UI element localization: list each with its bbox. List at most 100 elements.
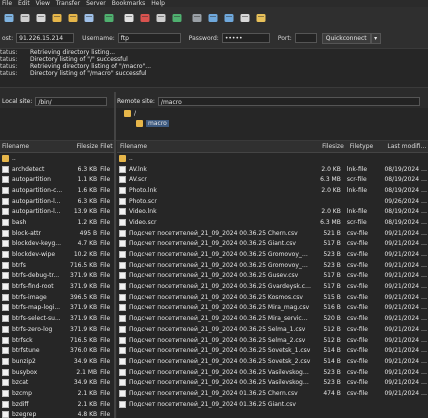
compare-icon[interactable] xyxy=(206,11,220,25)
file-modified: 09/21/2024 02 xyxy=(384,251,428,259)
quickconnect-button[interactable]: Quickconnect xyxy=(321,32,371,44)
header-filetype[interactable]: Filetype xyxy=(344,143,388,150)
table-row[interactable]: Подсчет посетителей_21_09_2024 00.36.25 … xyxy=(117,377,428,388)
table-row[interactable]: autopartition-l... 6.3 KB File xyxy=(0,196,114,207)
host-input[interactable]: 91.226.15.214 xyxy=(16,33,75,43)
port-input[interactable] xyxy=(294,33,317,43)
refresh-icon[interactable] xyxy=(102,11,116,25)
site-manager-icon[interactable] xyxy=(2,11,16,25)
table-row[interactable]: Подсчет посетителей_21_09_2024 00.36.25 … xyxy=(117,292,428,303)
table-row[interactable]: AV.scr 6.3 MB scr-file 08/19/2024 06 xyxy=(117,174,428,185)
table-row[interactable]: btrfs-find-root 371.9 KB File xyxy=(0,281,114,292)
remote-path-input[interactable]: /macro xyxy=(157,96,420,106)
menu-help[interactable]: Help xyxy=(151,0,165,7)
table-row[interactable]: Photo.scr 09/26/2024 04 xyxy=(117,196,428,207)
header-filesize[interactable]: Filesize xyxy=(314,143,344,150)
message-log-icon[interactable] xyxy=(34,11,48,25)
table-row[interactable]: blockdev-keyg... 4.7 KB File xyxy=(0,239,114,250)
table-row[interactable]: btrfs-image 396.5 KB File xyxy=(0,292,114,303)
table-row[interactable]: archdetect 6.3 KB File xyxy=(0,164,114,175)
file-name: autopartition-c... xyxy=(12,186,63,194)
menu-file[interactable]: File xyxy=(2,0,12,7)
pane-splitter[interactable] xyxy=(114,92,116,418)
sync-browse-icon[interactable] xyxy=(222,11,236,25)
table-row[interactable]: btrfsck 716.5 KB File xyxy=(0,335,114,346)
filter-icon[interactable] xyxy=(190,11,204,25)
table-row[interactable]: .. xyxy=(117,153,428,164)
table-row[interactable]: Подсчет посетителей_21_09_2024 00.36.25 … xyxy=(117,335,428,346)
table-row[interactable]: bzdiff 2.1 KB File xyxy=(0,399,114,410)
file-icon xyxy=(2,283,9,291)
reconnect-icon[interactable] xyxy=(170,11,184,25)
cancel-icon[interactable] xyxy=(138,11,152,25)
table-row[interactable]: Подсчет посетителей_21_09_2024 00.36.25 … xyxy=(117,313,428,324)
tree-item-macro[interactable]: macro xyxy=(146,120,169,127)
table-row[interactable]: btrfs-debug-tr... 371.9 KB File xyxy=(0,271,114,282)
folder-up-icon xyxy=(119,154,126,162)
table-row[interactable]: btrfstune 376.0 KB File xyxy=(0,345,114,356)
table-row[interactable]: Подсчет посетителей_21_09_2024 00.36.25 … xyxy=(117,356,428,367)
remote-tree-icon[interactable] xyxy=(66,11,80,25)
table-row[interactable]: bunzip2 34.9 KB File xyxy=(0,356,114,367)
menu-edit[interactable]: Edit xyxy=(18,0,30,7)
menu-view[interactable]: View xyxy=(36,0,50,7)
file-modified: 09/21/2024 02 xyxy=(384,261,428,269)
table-row[interactable]: bzegrep 4.8 KB File xyxy=(0,410,114,418)
file-name: btrfs xyxy=(12,261,26,269)
table-row[interactable]: Подсчет посетителей_21_09_2024 00.36.25 … xyxy=(117,260,428,271)
table-row[interactable]: Подсчет посетителей_21_09_2024 01.36.25 … xyxy=(117,388,428,399)
header-filename[interactable]: Filename xyxy=(0,143,71,150)
header-filesize[interactable]: Filesize xyxy=(71,143,99,150)
table-row[interactable]: Подсчет посетителей_21_09_2024 00.36.25 … xyxy=(117,367,428,378)
local-tree-icon[interactable] xyxy=(50,11,64,25)
table-row[interactable]: autopartition-l... 13.9 KB File xyxy=(0,206,114,217)
table-row[interactable]: autopartition-c... 1.6 KB File xyxy=(0,185,114,196)
table-row[interactable]: block-attr 495 B File xyxy=(0,228,114,239)
table-row[interactable]: autopartition 1.1 KB File xyxy=(0,174,114,185)
table-row[interactable]: Подсчет посетителей_21_09_2024 00.36.25 … xyxy=(117,281,428,292)
local-site-label: Local site: xyxy=(2,97,33,105)
table-row[interactable]: Подсчет посетителей_21_09_2024 00.36.25 … xyxy=(117,345,428,356)
transfer-queue-icon[interactable] xyxy=(82,11,96,25)
tree-root-label[interactable]: / xyxy=(134,110,136,117)
table-row[interactable]: AV.lnk 2.0 KB lnk-file 08/19/2024 06 xyxy=(117,164,428,175)
header-filetype[interactable]: Filet xyxy=(98,143,114,150)
table-row[interactable]: bzcat 34.9 KB File xyxy=(0,377,114,388)
menu-bookmarks[interactable]: Bookmarks xyxy=(112,0,146,7)
table-row[interactable]: btrfs-select-su... 371.9 KB File xyxy=(0,313,114,324)
file-modified: 08/19/2024 06 xyxy=(384,218,428,226)
table-row[interactable]: .. xyxy=(0,153,114,164)
table-row[interactable]: Video.scr 6.3 MB scr-file 08/19/2024 06 xyxy=(117,217,428,228)
file-name: Подсчет посетителей_21_09_2024 00.36.25 … xyxy=(129,240,296,248)
password-input[interactable]: ••••• xyxy=(221,33,270,43)
table-row[interactable]: Подсчет посетителей_21_09_2024 00.36.25 … xyxy=(117,239,428,250)
menu-transfer[interactable]: Transfer xyxy=(56,0,80,7)
binoculars-icon[interactable] xyxy=(254,11,268,25)
username-input[interactable]: ftp xyxy=(117,33,181,43)
process-queue-icon[interactable] xyxy=(122,11,136,25)
header-filename[interactable]: Filename xyxy=(117,143,314,150)
table-row[interactable]: bzcmp 2.1 KB File xyxy=(0,388,114,399)
table-row[interactable]: Подсчет посетителей_21_09_2024 00.36.25 … xyxy=(117,271,428,282)
table-row[interactable]: busybox 2.1 MB File xyxy=(0,367,114,378)
table-row[interactable]: btrfs-map-logi... 371.9 KB File xyxy=(0,303,114,314)
search-icon[interactable] xyxy=(238,11,252,25)
table-row[interactable]: Подсчет посетителей_21_09_2024 00.36.25 … xyxy=(117,324,428,335)
table-row[interactable]: blockdev-wipe 10.2 KB File xyxy=(0,249,114,260)
table-row[interactable]: Подсчет посетителей_21_09_2024 00.36.25 … xyxy=(117,303,428,314)
tabs-icon[interactable] xyxy=(18,11,32,25)
table-row[interactable]: btrfs-zero-log 371.9 KB File xyxy=(0,324,114,335)
table-row[interactable]: Подсчет посетителей_21_09_2024 00.36.25 … xyxy=(117,249,428,260)
table-row[interactable]: bash 1.2 KB File xyxy=(0,217,114,228)
table-row[interactable]: btrfs 716.5 KB File xyxy=(0,260,114,271)
menu-server[interactable]: Server xyxy=(86,0,106,7)
table-row[interactable]: Подсчет посетителей_21_09_2024 00.36.25 … xyxy=(117,228,428,239)
file-icon xyxy=(2,336,9,344)
table-row[interactable]: Photo.lnk 2.0 KB lnk-file 08/19/2024 06 xyxy=(117,185,428,196)
local-path-input[interactable]: /bin/ xyxy=(35,96,108,106)
table-row[interactable]: Подсчет посетителей_21_09_2024 01.36.25 … xyxy=(117,399,428,410)
table-row[interactable]: Video.lnk 2.0 KB lnk-file 08/19/2024 06 xyxy=(117,206,428,217)
quickconnect-dropdown[interactable]: ▾ xyxy=(370,32,381,44)
header-last-modified[interactable]: Last modified xyxy=(387,143,428,150)
disconnect-icon[interactable] xyxy=(154,11,168,25)
